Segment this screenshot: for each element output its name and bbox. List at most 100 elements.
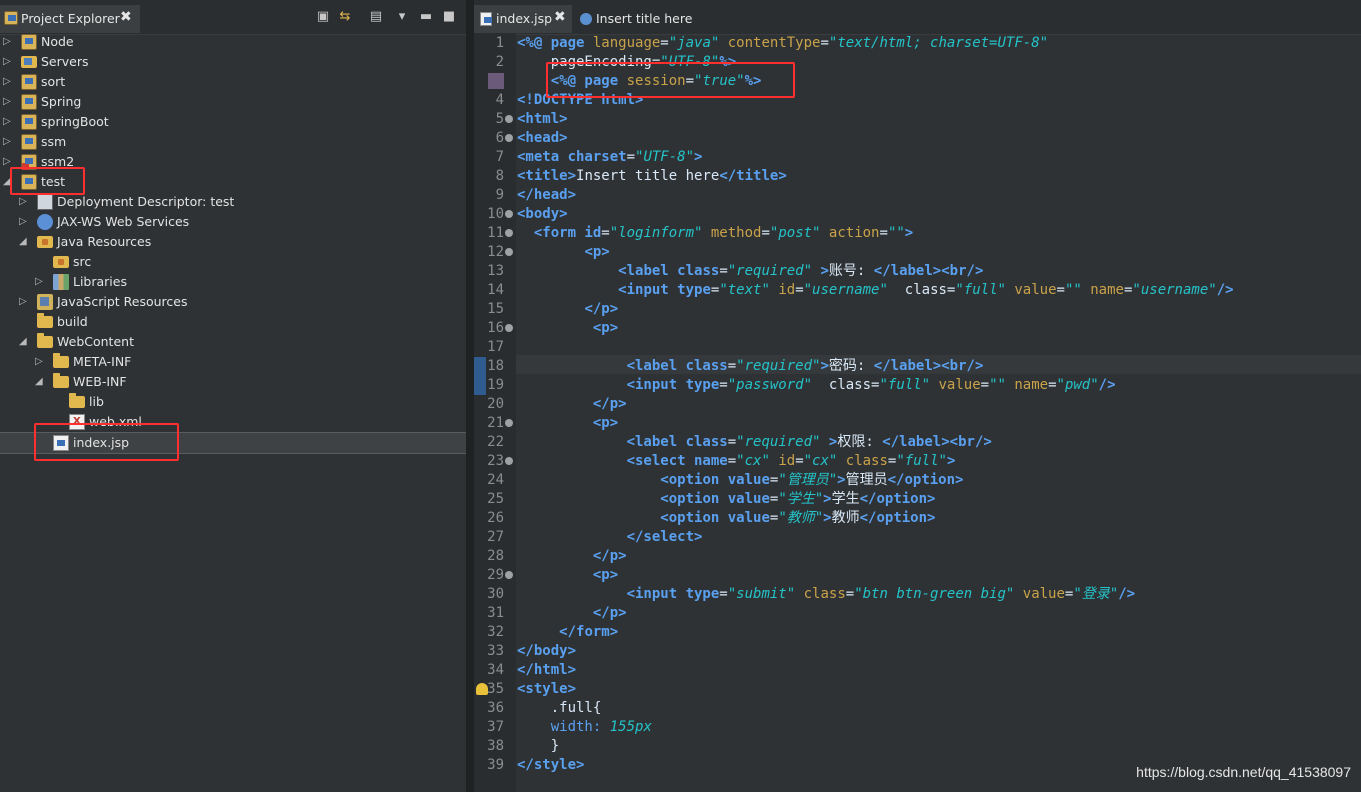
code-line[interactable]: } [517, 737, 559, 756]
code-line[interactable]: <input type="text" id="username" class="… [517, 281, 1233, 300]
tree-item-springboot[interactable]: ▷ springBoot [0, 112, 466, 132]
globe-icon [580, 13, 592, 25]
code-line[interactable]: .full{ [517, 699, 602, 718]
expanded-twisty-icon[interactable]: ◢ [35, 375, 45, 389]
tree-item-deployment-descriptor-test[interactable]: ▷ Deployment Descriptor: test [0, 192, 466, 212]
code-line[interactable]: <label class="required">密码: </label><br/… [517, 357, 984, 376]
code-line[interactable]: </style> [517, 756, 584, 775]
code-area[interactable]: <%@ page language="java" contentType="te… [474, 34, 1361, 792]
tree-item-node[interactable]: ▷ Node [0, 32, 466, 52]
expanded-twisty-icon[interactable]: ◢ [19, 235, 29, 249]
collapsed-twisty-icon[interactable]: ▷ [19, 195, 29, 209]
code-line[interactable]: <p> [517, 566, 618, 585]
tree-item-jax-ws-web-services[interactable]: ▷ JAX-WS Web Services [0, 212, 466, 232]
tree-item-label: WebContent [57, 334, 134, 349]
code-line[interactable]: <option value="学生">学生</option> [517, 490, 935, 509]
maximize-icon[interactable]: ■ [441, 9, 457, 25]
project-icon [21, 134, 37, 150]
code-line[interactable]: </p> [517, 604, 627, 623]
close-icon[interactable]: ✖ [554, 9, 566, 25]
tree-item-label: META-INF [73, 354, 132, 369]
code-line[interactable]: <input type="submit" class="btn btn-gree… [517, 585, 1136, 604]
tree-item-ssm[interactable]: ▷ ssm [0, 132, 466, 152]
code-line[interactable]: <p> [517, 414, 618, 433]
tree-item-src[interactable]: src [0, 252, 466, 272]
tree-item-web-inf[interactable]: ◢ WEB-INF [0, 372, 466, 392]
collapsed-twisty-icon[interactable]: ▷ [3, 55, 13, 69]
tree-item-label: WEB-INF [73, 374, 127, 389]
link-with-editor-icon[interactable]: ⇆ [337, 9, 353, 25]
code-line[interactable]: </p> [517, 547, 627, 566]
tree-item-label: src [73, 254, 92, 269]
code-line[interactable]: <meta charset="UTF-8"> [517, 148, 702, 167]
servers-folder-icon [21, 56, 37, 68]
code-line[interactable]: <html> [517, 110, 568, 129]
view-menu-icon[interactable]: ▾ [394, 9, 410, 25]
minimize-icon[interactable]: ▬ [418, 9, 434, 25]
deployment-descriptor-icon [37, 194, 53, 210]
collapsed-twisty-icon[interactable]: ▷ [3, 35, 13, 49]
tree-item-sort[interactable]: ▷ sort [0, 72, 466, 92]
code-line[interactable]: <body> [517, 205, 568, 224]
tree-item-label: JAX-WS Web Services [57, 214, 190, 229]
code-line[interactable]: </html> [517, 661, 576, 680]
collapsed-twisty-icon[interactable]: ▷ [3, 115, 13, 129]
tree-item-java-resources[interactable]: ◢ Java Resources [0, 232, 466, 252]
tree-item-lib[interactable]: lib [0, 392, 466, 412]
code-line[interactable]: </form> [517, 623, 618, 642]
tree-item-meta-inf[interactable]: ▷ META-INF [0, 352, 466, 372]
tab-browser-preview[interactable]: Insert title here [574, 5, 704, 33]
collapsed-twisty-icon[interactable]: ▷ [19, 295, 29, 309]
code-line[interactable]: <%@ page language="java" contentType="te… [517, 34, 1048, 53]
expanded-twisty-icon[interactable]: ◢ [19, 335, 29, 349]
collapsed-twisty-icon[interactable]: ▷ [19, 215, 29, 229]
code-line[interactable]: <p> [517, 319, 618, 338]
code-line[interactable]: </select> [517, 528, 703, 547]
tree-item-webcontent[interactable]: ◢ WebContent [0, 332, 466, 352]
folder-icon [37, 333, 53, 348]
project-explorer-tab[interactable]: Project Explorer ✖ [0, 5, 140, 33]
tree-item-libraries[interactable]: ▷ Libraries [0, 272, 466, 292]
tree-item-label: Java Resources [57, 234, 152, 249]
watermark: https://blog.csdn.net/qq_41538097 [1136, 764, 1351, 780]
code-line[interactable]: <form id="loginform" method="post" actio… [517, 224, 913, 243]
close-icon[interactable]: ✖ [120, 9, 132, 25]
tree-item-label: Node [41, 34, 74, 49]
panel-divider[interactable] [466, 0, 474, 792]
collapsed-twisty-icon[interactable]: ▷ [35, 275, 45, 289]
code-line[interactable]: </head> [517, 186, 576, 205]
project-icon [21, 114, 37, 130]
code-line[interactable]: <label class="required" >权限: </label><br… [517, 433, 992, 452]
tab-index-jsp[interactable]: index.jsp ✖ [474, 5, 572, 33]
code-line[interactable]: <input type="password" class="full" valu… [517, 376, 1116, 395]
collapsed-twisty-icon[interactable]: ▷ [35, 355, 45, 369]
code-line[interactable]: </body> [517, 642, 576, 661]
tree-item-label: build [57, 314, 88, 329]
code-line[interactable]: <style> [517, 680, 576, 699]
highlight-box-index-jsp [34, 423, 179, 461]
code-line[interactable]: <label class="required" >账号: </label><br… [517, 262, 983, 281]
tree-item-spring[interactable]: ▷ Spring [0, 92, 466, 112]
tab-label: Insert title here [596, 11, 693, 26]
tree-item-label: Servers [41, 54, 89, 69]
collapsed-twisty-icon[interactable]: ▷ [3, 75, 13, 89]
collapsed-twisty-icon[interactable]: ▷ [3, 135, 13, 149]
filter-icon[interactable]: ▤ [368, 9, 384, 25]
tree-item-build[interactable]: build [0, 312, 466, 332]
tree-item-servers[interactable]: ▷ Servers [0, 52, 466, 72]
code-line[interactable]: <p> [517, 243, 609, 262]
tree-item-javascript-resources[interactable]: ▷ JavaScript Resources [0, 292, 466, 312]
code-line[interactable]: </p> [517, 300, 618, 319]
code-line[interactable]: <select name="cx" id="cx" class="full"> [517, 452, 956, 471]
code-line[interactable]: <option value="管理员">管理员</option> [517, 471, 963, 490]
project-explorer-panel: Project Explorer ✖ ▣ ⇆ ▤ ▾ ▬ ■ ▷ Node ▷ Ser… [0, 0, 466, 792]
collapsed-twisty-icon[interactable]: ▷ [3, 95, 13, 109]
code-line[interactable]: width: 155px [517, 718, 652, 737]
jaxws-icon [37, 214, 53, 230]
code-line[interactable]: </p> [517, 395, 627, 414]
code-line[interactable]: <head> [517, 129, 568, 148]
collapse-all-icon[interactable]: ▣ [315, 9, 331, 25]
folder-icon [53, 353, 69, 368]
code-line[interactable]: <option value="教师">教师</option> [517, 509, 935, 528]
code-line[interactable]: <title>Insert title here</title> [517, 167, 787, 186]
